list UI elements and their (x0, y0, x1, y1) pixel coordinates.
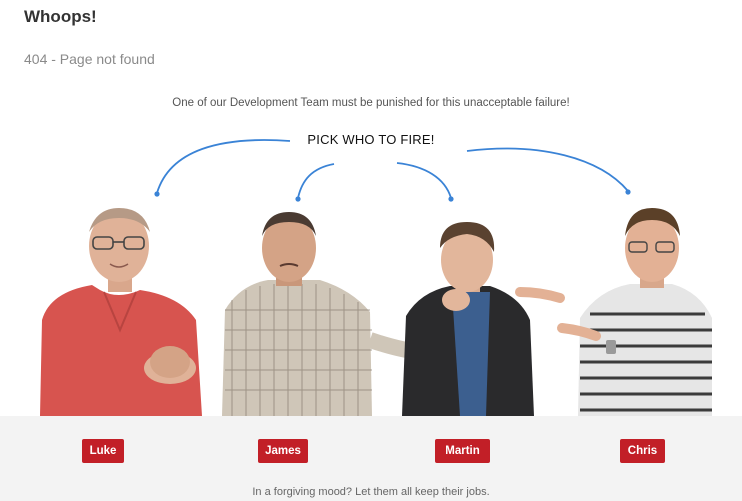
person-luke[interactable] (40, 208, 202, 416)
person-chris[interactable] (515, 208, 712, 416)
fire-luke-button[interactable]: Luke (82, 439, 124, 463)
fire-chris-button[interactable]: Chris (620, 439, 665, 463)
person-martin[interactable] (402, 222, 534, 416)
fire-martin-button[interactable]: Martin (435, 439, 490, 463)
fire-james-button[interactable]: James (258, 439, 308, 463)
forgive-all-link[interactable]: In a forgiving mood? Let them all keep t… (0, 486, 742, 498)
page: Whoops! 404 - Page not found One of our … (0, 0, 742, 501)
team-photo (40, 208, 712, 416)
